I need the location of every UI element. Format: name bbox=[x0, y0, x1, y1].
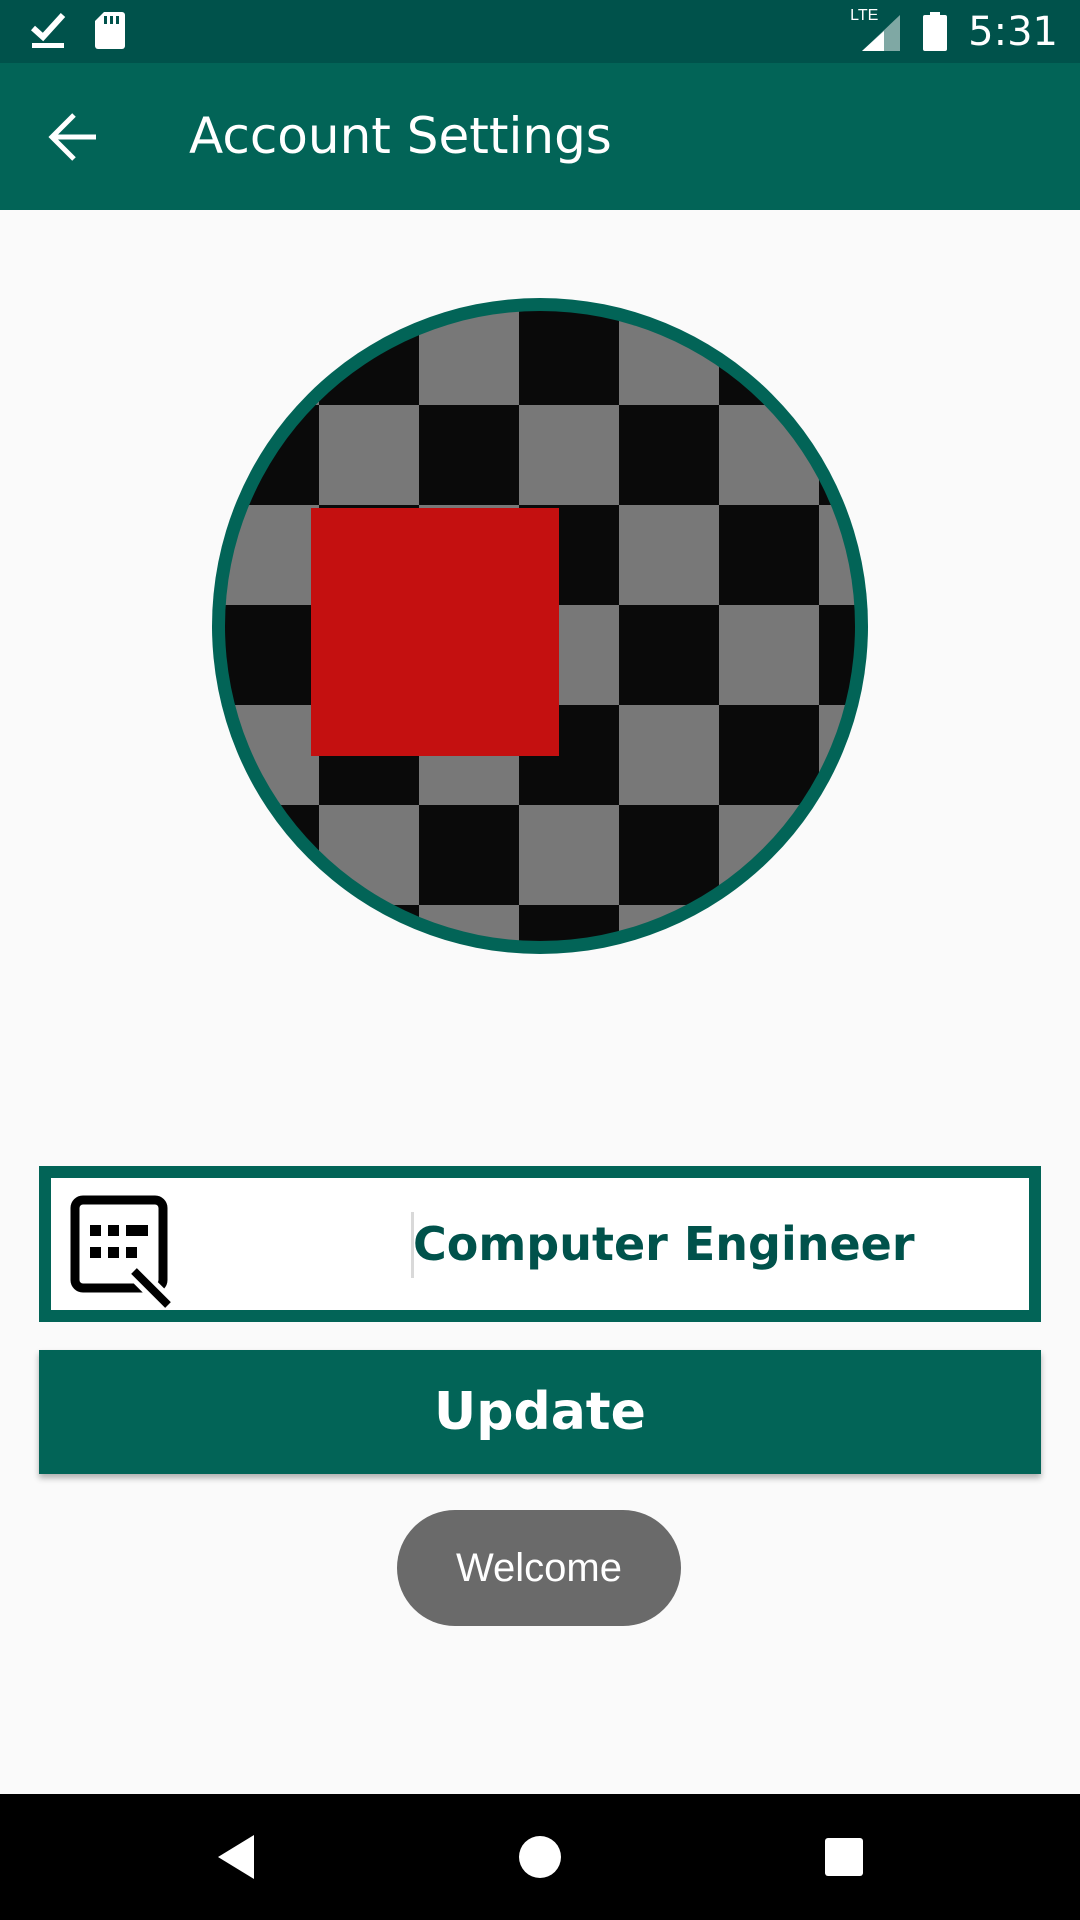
status-bar: LTE 5:31 bbox=[0, 0, 1080, 63]
nav-home-button[interactable] bbox=[480, 1794, 600, 1920]
update-button[interactable]: Update bbox=[39, 1350, 1041, 1474]
battery-icon bbox=[923, 11, 948, 51]
arrow-back-icon bbox=[48, 113, 96, 161]
page-title: Account Settings bbox=[189, 107, 612, 165]
edit-note-icon bbox=[70, 1195, 171, 1308]
name-field[interactable]: Computer Engineer bbox=[39, 1166, 1041, 1322]
app-bar: Account Settings bbox=[0, 63, 1080, 210]
profile-image-picture bbox=[225, 311, 855, 941]
profile-image-red-square bbox=[311, 508, 559, 756]
signal-icon: LTE bbox=[850, 7, 902, 53]
nav-back-button[interactable] bbox=[176, 1794, 296, 1920]
profile-image[interactable] bbox=[212, 298, 868, 954]
back-triangle-icon bbox=[218, 1835, 254, 1879]
status-time: 5:31 bbox=[968, 8, 1058, 55]
nav-recents-button[interactable] bbox=[784, 1794, 904, 1920]
name-field-value[interactable]: Computer Engineer bbox=[413, 1178, 915, 1310]
home-circle-icon bbox=[519, 1836, 561, 1878]
download-done-icon bbox=[30, 12, 66, 48]
status-right: LTE 5:31 bbox=[850, 0, 1058, 63]
welcome-toast: Welcome bbox=[397, 1510, 681, 1626]
recents-square-icon bbox=[825, 1838, 863, 1876]
sd-card-icon bbox=[95, 12, 125, 49]
status-left-icons bbox=[30, 10, 126, 50]
navigation-bar bbox=[0, 1794, 1080, 1920]
back-button[interactable] bbox=[44, 111, 104, 163]
